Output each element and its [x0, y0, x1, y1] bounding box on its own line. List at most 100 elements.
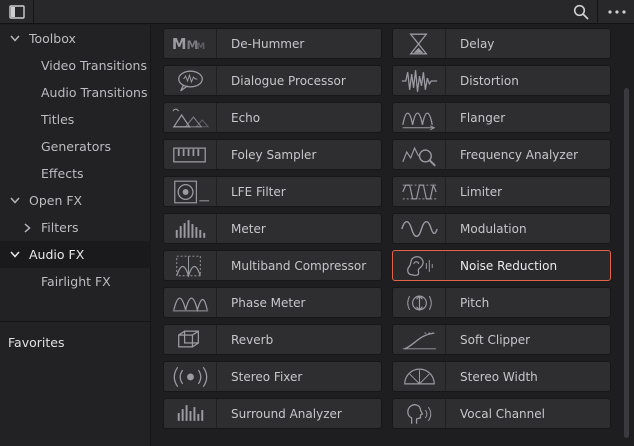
sidebar-item-toolbox[interactable]: Toolbox — [0, 25, 151, 52]
search-button[interactable] — [568, 0, 594, 24]
effect-label: Delay — [460, 36, 495, 51]
effect-frequency-analyzer-button[interactable]: Frequency Analyzer — [392, 139, 611, 170]
modulation-icon — [393, 214, 446, 243]
de-hummer-icon: MMM — [164, 29, 217, 58]
sidebar-item-audio-transitions[interactable]: Audio Transitions — [0, 79, 151, 106]
frequency-analyzer-icon — [393, 140, 446, 169]
effect-multiband-compressor-button[interactable]: Multiband Compressor — [163, 250, 382, 281]
sidebar-item-label: Titles — [41, 112, 75, 127]
effect-label: Multiband Compressor — [231, 258, 367, 273]
sidebar-item-label: Toolbox — [29, 31, 76, 46]
foley-sampler-icon — [164, 140, 217, 169]
vertical-scrollbar[interactable] — [624, 88, 629, 438]
top-toolbar — [0, 0, 634, 24]
effect-label: Meter — [231, 221, 266, 236]
sidebar-item-label: Filters — [41, 220, 79, 235]
effect-label: Flanger — [460, 110, 506, 125]
effect-label: Surround Analyzer — [231, 406, 342, 421]
sidebar-item-titles[interactable]: Titles — [0, 106, 151, 133]
chevron-right-icon[interactable] — [21, 222, 33, 234]
chevron-down-icon[interactable] — [9, 249, 21, 261]
lfe-filter-icon — [164, 177, 217, 206]
surround-analyzer-icon — [164, 399, 217, 428]
dialogue-processor-icon — [164, 66, 217, 95]
effect-label: Modulation — [460, 221, 527, 236]
vocal-channel-icon — [393, 399, 446, 428]
sidebar-item-effects[interactable]: Effects — [0, 160, 151, 187]
effect-vocal-channel-button[interactable]: Vocal Channel — [392, 398, 611, 429]
effect-surround-analyzer-button[interactable]: Surround Analyzer — [163, 398, 382, 429]
effect-reverb-button[interactable]: Reverb — [163, 324, 382, 355]
effect-limiter-button[interactable]: Limiter — [392, 176, 611, 207]
sidebar-item-label: Effects — [41, 166, 84, 181]
delay-icon — [393, 29, 446, 58]
effect-phase-meter-button[interactable]: Phase Meter — [163, 287, 382, 318]
pitch-icon — [393, 288, 446, 317]
sidebar-item-fairlight-fx[interactable]: Fairlight FX — [0, 268, 151, 295]
effect-label: Phase Meter — [231, 295, 306, 310]
effect-label: Stereo Fixer — [231, 369, 303, 384]
sidebar-item-video-transitions[interactable]: Video Transitions — [0, 52, 151, 79]
phase-meter-icon — [164, 288, 217, 317]
effect-flanger-button[interactable]: Flanger — [392, 102, 611, 133]
effect-pitch-button[interactable]: Pitch — [392, 287, 611, 318]
svg-text:M: M — [196, 42, 205, 52]
sidebar-item-filters[interactable]: Filters — [0, 214, 151, 241]
sidebar-item-label: Generators — [41, 139, 111, 154]
effect-stereo-fixer-button[interactable]: Stereo Fixer — [163, 361, 382, 392]
effect-label: Frequency Analyzer — [460, 147, 579, 162]
effect-modulation-button[interactable]: Modulation — [392, 213, 611, 244]
effect-lfe-filter-button[interactable]: LFE Filter — [163, 176, 382, 207]
meter-icon — [164, 214, 217, 243]
chevron-down-icon[interactable] — [9, 33, 21, 45]
effect-soft-clipper-button[interactable]: Soft Clipper — [392, 324, 611, 355]
effect-meter-button[interactable]: Meter — [163, 213, 382, 244]
noise-reduction-icon — [393, 251, 446, 280]
stereo-fixer-icon — [164, 362, 217, 391]
distortion-icon — [393, 66, 446, 95]
panel-toggle-button[interactable] — [0, 0, 34, 24]
effect-echo-button[interactable]: Echo — [163, 102, 382, 133]
effect-noise-reduction-button[interactable]: Noise Reduction — [392, 250, 611, 281]
favorites-divider — [0, 321, 151, 322]
reverb-icon — [164, 325, 217, 354]
effects-grid: M M M De-Hummer Dialogue Processor Echo Foley … — [152, 25, 634, 446]
effect-label: Pitch — [460, 295, 490, 310]
sidebar-item-generators[interactable]: Generators — [0, 133, 151, 160]
sidebar-item-label: Audio FX — [29, 247, 85, 262]
svg-text:M: M — [172, 36, 187, 53]
effect-label: Foley Sampler — [231, 147, 317, 162]
sidebar-item-label: Open FX — [29, 193, 83, 208]
effect-label: Soft Clipper — [460, 332, 531, 347]
toolbar-separator — [597, 0, 598, 24]
effect-stereo-width-button[interactable]: Stereo Width — [392, 361, 611, 392]
effect-delay-button[interactable]: Delay — [392, 28, 611, 59]
more-options-icon — [608, 10, 626, 14]
flanger-icon — [393, 103, 446, 132]
effect-distortion-button[interactable]: Distortion — [392, 65, 611, 96]
effect-de-hummer-button[interactable]: M M M De-Hummer — [163, 28, 382, 59]
sidebar-item-open-fx[interactable]: Open FX — [0, 187, 151, 214]
sidebar-item-audio-fx[interactable]: Audio FX — [0, 241, 151, 268]
effects-library-sidebar: Toolbox Video Transitions Audio Transition… — [0, 25, 151, 446]
effect-label: LFE Filter — [231, 184, 286, 199]
effect-label: Noise Reduction — [460, 258, 558, 273]
effect-foley-sampler-button[interactable]: Foley Sampler — [163, 139, 382, 170]
more-options-button[interactable] — [600, 0, 634, 24]
echo-icon — [164, 103, 217, 132]
sidebar-item-label: Audio Transitions — [41, 85, 148, 100]
search-icon — [573, 4, 589, 20]
sidebar-item-label: Fairlight FX — [41, 274, 111, 289]
effect-dialogue-processor-button[interactable]: Dialogue Processor — [163, 65, 382, 96]
sidebar-item-label: Video Transitions — [41, 58, 147, 73]
limiter-icon — [393, 177, 446, 206]
effect-label: De-Hummer — [231, 36, 305, 51]
effect-label: Distortion — [460, 73, 519, 88]
soft-clipper-icon — [393, 325, 446, 354]
chevron-down-icon[interactable] — [9, 195, 21, 207]
panel-toggle-icon — [8, 5, 25, 19]
effect-label: Echo — [231, 110, 261, 125]
effect-label: Limiter — [460, 184, 503, 199]
effect-label: Vocal Channel — [460, 406, 545, 421]
favorites-header[interactable]: Favorites — [8, 335, 64, 350]
